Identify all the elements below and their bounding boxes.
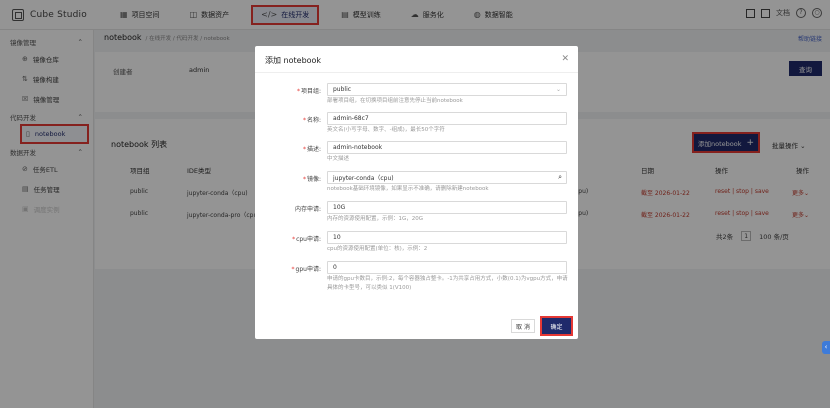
cpu-input[interactable]: 10: [327, 231, 567, 244]
gpu-input[interactable]: 0: [327, 261, 567, 274]
field-label-image: *镜像:: [302, 176, 321, 183]
close-icon[interactable]: ✕: [561, 54, 569, 64]
cpu-help: cpu的资源使用配置(单位：核)，示例：2: [327, 246, 428, 252]
chevron-down-icon: ⌄: [555, 86, 561, 93]
gpu-help: 申请的gpu卡数目，示例:2，每个容器独占整卡。-1为共享占用方式，小数(0.1…: [327, 276, 568, 291]
modal-title: 添加 notebook: [265, 56, 322, 65]
field-label-name: *名称:: [302, 117, 321, 124]
field-label-gpu: *gpu申请:: [291, 266, 321, 273]
add-notebook-modal: 添加 notebook ✕ *项目组: public ⌄ 部署项目组，在切换项目组…: [255, 46, 578, 339]
project-help: 部署项目组，在切换项目组前注意先停止当前notebook: [327, 98, 463, 104]
image-help: notebook基础环境镜像，如果显示不准确，请删除新建notebook: [327, 186, 489, 192]
confirm-button[interactable]: 确定: [540, 316, 573, 336]
project-select[interactable]: public ⌄: [327, 83, 567, 96]
memory-input[interactable]: 10G: [327, 201, 567, 214]
description-input[interactable]: admin-notebook: [327, 141, 567, 154]
memory-help: 内存的资源使用配置，示例：1G，20G: [327, 216, 424, 222]
field-label-cpu: *cpu申请:: [292, 236, 321, 243]
field-label-memory: 内存申请:: [294, 206, 321, 213]
divider: [255, 72, 578, 73]
field-label-description: *描述:: [302, 146, 321, 153]
image-search-input[interactable]: jupyter-conda（cpu) ⌕: [327, 171, 567, 184]
search-icon[interactable]: ⌕: [558, 173, 562, 182]
chevron-left-icon: ‹: [824, 343, 828, 351]
image-input-value: jupyter-conda（cpu): [333, 175, 394, 182]
name-help: 英文名(小写字母、数字、-组成)，最长50个字符: [327, 127, 445, 133]
field-label-project: *项目组:: [296, 88, 321, 95]
side-expand-tab[interactable]: ‹: [822, 341, 830, 354]
description-help: 中文描述: [327, 156, 350, 162]
project-select-value: public: [333, 86, 352, 93]
name-input[interactable]: admin-68c7: [327, 112, 567, 125]
cancel-button[interactable]: 取 消: [511, 319, 535, 333]
